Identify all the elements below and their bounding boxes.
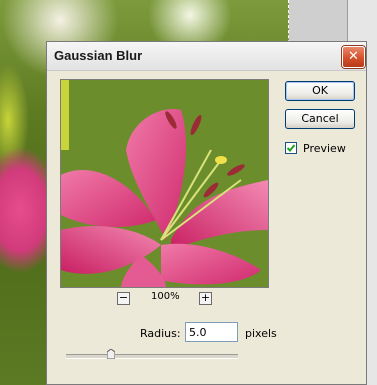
radius-slider-track[interactable] [66,354,238,359]
preview-image[interactable] [60,79,269,288]
radius-input[interactable] [185,322,238,342]
zoom-level: 100% [151,291,180,302]
radius-unit: pixels [245,327,277,340]
slider-thumb-icon[interactable] [107,349,115,359]
close-button[interactable]: ✕ [342,46,365,68]
preview-label: Preview [303,142,346,155]
checkmark-icon [286,144,296,152]
cancel-button[interactable]: Cancel [285,109,355,129]
title-bar[interactable]: Gaussian Blur ✕ [47,42,366,71]
gaussian-blur-dialog: Gaussian Blur ✕ − 100% + Radius: 5.0 pix… [46,41,367,385]
zoom-plus-icon: + [200,291,211,304]
radius-label: Radius: [140,327,181,340]
close-icon: ✕ [348,49,359,64]
zoom-out-button[interactable]: − [117,292,130,305]
lily-preview-graphic [61,80,268,287]
zoom-controls: − 100% + [117,291,217,306]
ok-button[interactable]: OK [285,81,355,101]
zoom-in-button[interactable]: + [199,292,212,305]
zoom-minus-icon: − [118,291,129,304]
dialog-title: Gaussian Blur [54,48,143,63]
preview-checkbox[interactable] [285,142,297,154]
